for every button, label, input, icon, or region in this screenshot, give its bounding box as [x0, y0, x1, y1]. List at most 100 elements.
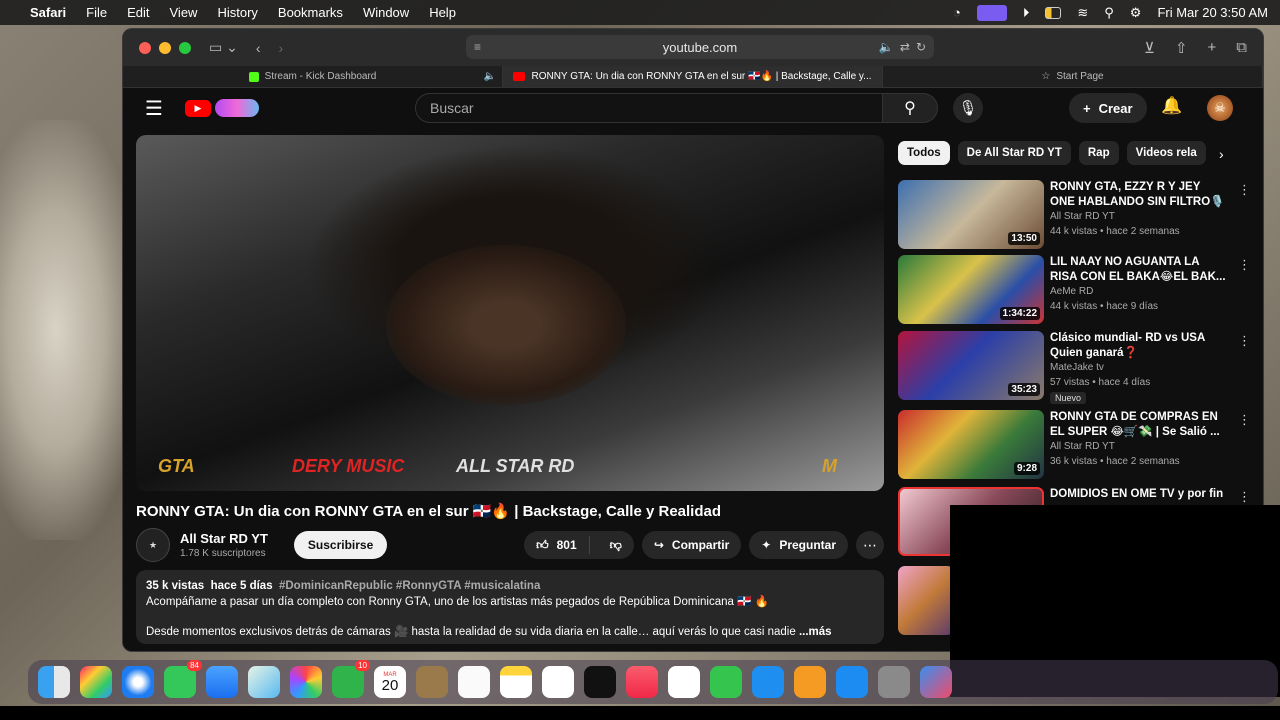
rec-title[interactable]: RONNY GTA DE COMPRAS EN EL SUPER 😂🛒💸 | S…	[1050, 410, 1226, 440]
photos-icon[interactable]	[290, 666, 322, 698]
menu-icon[interactable]: ☰	[145, 96, 163, 121]
play-status-icon[interactable]: ⏵	[1023, 5, 1030, 21]
contacts-icon[interactable]	[416, 666, 448, 698]
battery-icon[interactable]	[1045, 6, 1062, 19]
tab-youtube[interactable]: RONNY GTA: Un dia con RONNY GTA en el su…	[503, 66, 883, 87]
menu-clock[interactable]: Fri Mar 20 3:50 AM	[1157, 5, 1268, 20]
translate-icon[interactable]: ⇄	[900, 40, 910, 54]
sidebar-icon[interactable]: ▭ ⌄	[209, 39, 238, 56]
rec-channel[interactable]: All Star RD YT	[1050, 441, 1115, 452]
chip-channel[interactable]: De All Star RD YT	[957, 141, 1071, 165]
list-item[interactable]: 1:34:22 LIL NAAY NO AGUANTA LA RISA CON …	[898, 255, 1251, 325]
like-button[interactable]: 👍︎ 801	[524, 536, 590, 554]
rec-title[interactable]: DOMIDIOS EN OME TV y por fin	[1050, 487, 1226, 502]
iphone-mirroring-icon[interactable]	[920, 666, 952, 698]
video-player[interactable]: GTA DERY MUSIC ALL STAR RD M	[136, 135, 884, 491]
kebab-menu-icon[interactable]: ⋮	[1238, 182, 1251, 198]
menu-bookmarks[interactable]: Bookmarks	[278, 5, 343, 20]
facetime-icon[interactable]: 10	[332, 660, 370, 698]
search-input[interactable]: Buscar	[415, 93, 883, 123]
keynote-icon[interactable]	[752, 666, 784, 698]
notes-icon[interactable]	[500, 666, 532, 698]
spotlight-icon[interactable]: ⚲	[1104, 5, 1114, 21]
rec-title[interactable]: RONNY GTA, EZZY R Y JEY ONE HABLANDO SIN…	[1050, 180, 1226, 210]
more-actions-button[interactable]: ⋯	[856, 531, 884, 559]
apple-tv-icon[interactable]	[584, 666, 616, 698]
rec-channel[interactable]: MateJake tv	[1050, 362, 1104, 373]
maps-icon[interactable]	[248, 666, 280, 698]
downloads-icon[interactable]: ⊻	[1144, 39, 1155, 57]
chip-related[interactable]: Videos rela	[1126, 141, 1206, 165]
subscribe-button[interactable]: Suscribirse	[293, 531, 388, 559]
dislike-button[interactable]: 👎︎	[598, 538, 634, 553]
rec-channel[interactable]: AeMe RD	[1050, 286, 1093, 297]
screen-share-icon[interactable]	[976, 4, 1007, 21]
ask-button[interactable]: ✦ Preguntar	[749, 531, 848, 559]
channel-name[interactable]: All Star RD YT	[180, 531, 268, 546]
mail-icon[interactable]	[206, 666, 238, 698]
back-icon[interactable]: ‹	[256, 40, 261, 56]
list-item[interactable]: 13:50 RONNY GTA, EZZY R Y JEY ONE HABLAN…	[898, 180, 1251, 250]
chip-rap[interactable]: Rap	[1078, 141, 1119, 165]
tab-start-page[interactable]: ☆ Start Page	[883, 66, 1263, 87]
video-thumbnail[interactable]: 35:23	[898, 331, 1044, 400]
calendar-icon[interactable]: MAR 20	[374, 666, 406, 698]
list-item[interactable]: 9:28 RONNY GTA DE COMPRAS EN EL SUPER 😂🛒…	[898, 410, 1251, 480]
music-icon[interactable]	[626, 666, 658, 698]
freeform-icon[interactable]	[542, 666, 574, 698]
app-store-icon[interactable]	[836, 666, 868, 698]
kebab-menu-icon[interactable]: ⋮	[1238, 333, 1251, 349]
rec-title[interactable]: Clásico mundial- RD vs USA Quien ganará❓	[1050, 331, 1226, 361]
close-window-button[interactable]	[139, 41, 151, 54]
reminders-icon[interactable]	[458, 666, 490, 698]
messages-icon[interactable]: 84	[164, 660, 202, 698]
wifi-icon[interactable]: ≋	[1077, 5, 1088, 21]
numbers-icon[interactable]	[710, 666, 742, 698]
hashtags[interactable]: #DominicanRepublic #RonnyGTA #musicalati…	[279, 580, 540, 592]
chip-all[interactable]: Todos	[898, 141, 950, 165]
video-thumbnail[interactable]: 9:28	[898, 410, 1044, 479]
menu-history[interactable]: History	[217, 5, 257, 20]
show-more-link[interactable]: ...más	[799, 626, 832, 638]
share-button[interactable]: ↪ Compartir	[641, 531, 742, 559]
chevron-right-icon[interactable]: ›	[1219, 146, 1224, 162]
channel-avatar[interactable]: ★	[136, 528, 170, 562]
menu-view[interactable]: View	[170, 5, 198, 20]
menu-edit[interactable]: Edit	[127, 5, 149, 20]
minimize-window-button[interactable]	[159, 41, 171, 54]
status-icon[interactable]: ◔	[953, 5, 961, 20]
audio-playing-icon[interactable]: 🔈	[879, 40, 894, 54]
system-settings-icon[interactable]	[878, 666, 910, 698]
share-icon[interactable]: ⇧	[1175, 39, 1188, 57]
zoom-window-button[interactable]	[179, 41, 191, 54]
menu-app-name[interactable]: Safari	[30, 5, 66, 20]
youtube-logo[interactable]: ▶	[184, 99, 259, 117]
menu-file[interactable]: File	[86, 5, 107, 20]
news-icon[interactable]	[668, 666, 700, 698]
new-tab-icon[interactable]: +	[1208, 39, 1217, 57]
launchpad-icon[interactable]	[80, 666, 112, 698]
speaker-icon[interactable]: 🔈	[484, 71, 496, 82]
kebab-menu-icon[interactable]: ⋮	[1238, 412, 1251, 428]
finder-icon[interactable]	[38, 666, 70, 698]
forward-icon[interactable]: ›	[279, 40, 284, 56]
page-menu-icon[interactable]: ≡	[474, 40, 481, 54]
video-thumbnail[interactable]	[898, 566, 954, 635]
tab-overview-icon[interactable]: ⧉	[1236, 39, 1247, 57]
list-item[interactable]: 35:23 Clásico mundial- RD vs USA Quien g…	[898, 331, 1251, 404]
address-bar[interactable]: ≡ youtube.com 🔈 ⇄ ↻	[466, 35, 934, 59]
kebab-menu-icon[interactable]: ⋮	[1238, 257, 1251, 273]
safari-icon[interactable]	[122, 666, 154, 698]
video-thumbnail[interactable]: 1:34:22	[898, 255, 1044, 324]
video-thumbnail[interactable]: 13:50	[898, 180, 1044, 249]
pages-icon[interactable]	[794, 666, 826, 698]
menu-window[interactable]: Window	[363, 5, 409, 20]
rec-channel[interactable]: All Star RD YT	[1050, 211, 1115, 222]
description-box[interactable]: 35 k vistas hace 5 días #DominicanRepubl…	[136, 570, 884, 644]
rec-title[interactable]: LIL NAAY NO AGUANTA LA RISA CON EL BAKA😂…	[1050, 255, 1226, 285]
kebab-menu-icon[interactable]: ⋮	[1238, 489, 1251, 505]
menu-help[interactable]: Help	[429, 5, 456, 20]
tab-kick[interactable]: Stream - Kick Dashboard 🔈	[123, 66, 503, 87]
control-center-icon[interactable]: ⚙	[1130, 5, 1142, 21]
reload-icon[interactable]: ↻	[916, 40, 926, 54]
